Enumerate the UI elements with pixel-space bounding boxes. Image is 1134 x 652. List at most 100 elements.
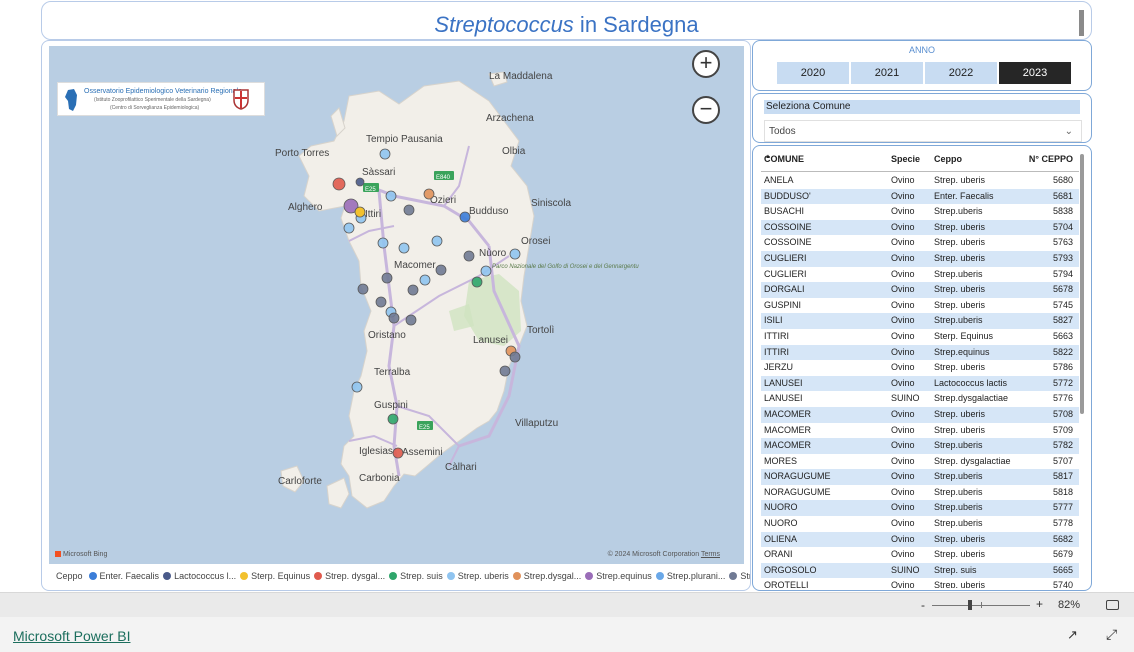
map-marker[interactable]	[435, 264, 447, 276]
column-header-ceppo[interactable]: Ceppo	[934, 154, 962, 164]
table-row[interactable]: OROTELLI Ovino Strep. uberis 5740	[761, 578, 1079, 588]
terms-link[interactable]: Terms	[701, 551, 720, 558]
map-marker[interactable]	[357, 283, 369, 295]
table-row[interactable]: NORAGUGUME Ovino Strep.uberis 5818	[761, 485, 1079, 501]
map-marker[interactable]	[355, 177, 365, 187]
table-row[interactable]: ITTIRI Ovino Sterp. Equinus 5663	[761, 329, 1079, 345]
cell-ceppo: Strep.uberis	[934, 502, 983, 513]
cell-specie: Ovino	[891, 175, 915, 185]
map-marker[interactable]	[379, 148, 391, 160]
map-marker[interactable]	[377, 237, 389, 249]
map-marker[interactable]	[403, 204, 415, 216]
table-row[interactable]: ANELA Ovino Strep. uberis 5680	[761, 173, 1079, 189]
table-row[interactable]: OLIENA Ovino Strep. uberis 5682	[761, 531, 1079, 548]
table-row[interactable]: MORES Ovino Strep. dysgalactiae 5707	[761, 454, 1079, 470]
table-row[interactable]: MACOMER Ovino Strep. uberis 5709	[761, 423, 1079, 439]
legend-item[interactable]: Sterp. Equinus	[240, 571, 310, 581]
map-marker[interactable]	[354, 206, 366, 218]
legend-item[interactable]: Enter. Faecalis	[88, 571, 159, 581]
place-label: Iglesias	[359, 446, 393, 457]
legend-item[interactable]: Strep. suis	[389, 571, 443, 581]
year-button-2021[interactable]: 2021	[851, 62, 923, 84]
year-button-2023[interactable]: 2023	[999, 62, 1071, 84]
map-marker[interactable]	[387, 413, 399, 425]
map-marker[interactable]	[431, 235, 443, 247]
title-scrollbar[interactable]	[1079, 10, 1084, 36]
zoom-slider-thumb[interactable]	[968, 600, 972, 610]
year-button-2022[interactable]: 2022	[925, 62, 997, 84]
table-row[interactable]: NUORO Ovino Strep.uberis 5777	[761, 500, 1079, 517]
cell-comune: OLIENA	[764, 533, 798, 544]
legend-item[interactable]: Strep.uberis	[729, 571, 750, 581]
table-row[interactable]: ITTIRI Ovino Strep.equinus 5822	[761, 344, 1079, 361]
map-marker[interactable]	[405, 314, 417, 326]
table-row[interactable]: LANUSEI Ovino Lactococcus lactis 5772	[761, 375, 1079, 392]
legend-dot-icon	[729, 572, 738, 580]
power-bi-link[interactable]: Microsoft Power BI	[13, 628, 130, 644]
map-marker[interactable]	[509, 248, 521, 260]
map-marker[interactable]	[419, 274, 431, 286]
map-marker[interactable]	[351, 381, 363, 393]
table-row[interactable]: CUGLIERI Ovino Strep.uberis 5794	[761, 267, 1079, 283]
table-row[interactable]: ORGOSOLO SUINO Strep. suis 5665	[761, 562, 1079, 579]
map-marker[interactable]	[375, 296, 387, 308]
cell-ceppo: Strep. uberis	[934, 580, 986, 588]
table-row[interactable]: CUGLIERI Ovino Strep. uberis 5793	[761, 250, 1079, 267]
map-marker[interactable]	[385, 190, 397, 202]
table-row[interactable]: MACOMER Ovino Strep. uberis 5708	[761, 406, 1079, 423]
share-icon[interactable]: ↗	[1067, 627, 1078, 643]
legend-item[interactable]: Strep. dysgal...	[314, 571, 385, 581]
table-scrollbar[interactable]	[1080, 154, 1084, 414]
map-marker[interactable]	[407, 284, 419, 296]
cell-specie: SUINO	[891, 564, 920, 575]
table-row[interactable]: NUORO Ovino Strep.uberis 5778	[761, 516, 1079, 532]
map-marker[interactable]	[398, 242, 410, 254]
map-marker[interactable]	[332, 177, 346, 191]
map-marker[interactable]	[423, 188, 435, 200]
table-row[interactable]: COSSOINE Ovino Strep. uberis 5763	[761, 235, 1079, 251]
map-marker[interactable]	[388, 312, 400, 324]
legend-item[interactable]: Strep. uberis	[446, 571, 509, 581]
legend-item[interactable]: Strep.equinus	[585, 571, 652, 581]
legend-item[interactable]: Strep.plurani...	[655, 571, 725, 581]
table-row[interactable]: NORAGUGUME Ovino Strep.uberis 5817	[761, 469, 1079, 485]
map-marker[interactable]	[499, 365, 511, 377]
zoom-in-button[interactable]: +	[692, 50, 720, 78]
table-row[interactable]: COSSOINE Ovino Strep. uberis 5704	[761, 219, 1079, 236]
legend-item[interactable]: Lactococcus l...	[163, 571, 236, 581]
map-canvas[interactable]: E25 E840 E25 La Maddalena Arzachena Temp…	[49, 46, 744, 564]
column-header-n-ceppo[interactable]: N° CEPPO	[1029, 154, 1073, 164]
fit-to-page-icon[interactable]	[1106, 600, 1119, 610]
map-marker[interactable]	[343, 222, 355, 234]
map-marker[interactable]	[509, 351, 521, 363]
table-row[interactable]: ISILI Ovino Strep.uberis 5827	[761, 313, 1079, 329]
place-label: Porto Torres	[275, 148, 329, 159]
zoom-plus-button[interactable]: +	[1036, 597, 1043, 611]
map-marker[interactable]	[463, 250, 475, 262]
map-marker[interactable]	[392, 447, 404, 459]
table-row[interactable]: DORGALI Ovino Strep. uberis 5678	[761, 282, 1079, 298]
table-row[interactable]: MACOMER Ovino Strep.uberis 5782	[761, 438, 1079, 454]
expand-icon[interactable]: ⤢	[1106, 626, 1117, 643]
zoom-minus-button[interactable]: -	[921, 598, 925, 612]
table-row[interactable]: LANUSEI SUINO Strep.dysgalactiae 5776	[761, 391, 1079, 407]
year-button-2020[interactable]: 2020	[777, 62, 849, 84]
place-label: Guspini	[374, 400, 408, 411]
legend-item[interactable]: Strep.dysgal...	[512, 571, 581, 581]
table-row[interactable]: ORANI Ovino Strep. uberis 5679	[761, 547, 1079, 563]
map-marker[interactable]	[471, 276, 483, 288]
table-row[interactable]: BUSACHI Ovino Strep.uberis 5838	[761, 204, 1079, 220]
cell-specie: Ovino	[891, 440, 915, 451]
zoom-out-button[interactable]: −	[692, 96, 720, 124]
column-header-specie[interactable]: Specie	[891, 154, 920, 164]
legend-dot-icon	[655, 572, 664, 580]
map-marker[interactable]	[480, 265, 492, 277]
map-marker[interactable]	[459, 211, 471, 223]
bing-logo-icon	[55, 551, 61, 558]
map-marker[interactable]	[381, 272, 393, 284]
table-row[interactable]: GUSPINI Ovino Strep. uberis 5745	[761, 298, 1079, 314]
comune-dropdown[interactable]: Todos ⌄	[764, 120, 1082, 142]
table-row[interactable]: JERZU Ovino Strep. uberis 5786	[761, 360, 1079, 376]
cell-comune: BUSACHI	[764, 206, 805, 217]
table-row[interactable]: BUDDUSO' Ovino Enter. Faecalis 5681	[761, 188, 1079, 205]
